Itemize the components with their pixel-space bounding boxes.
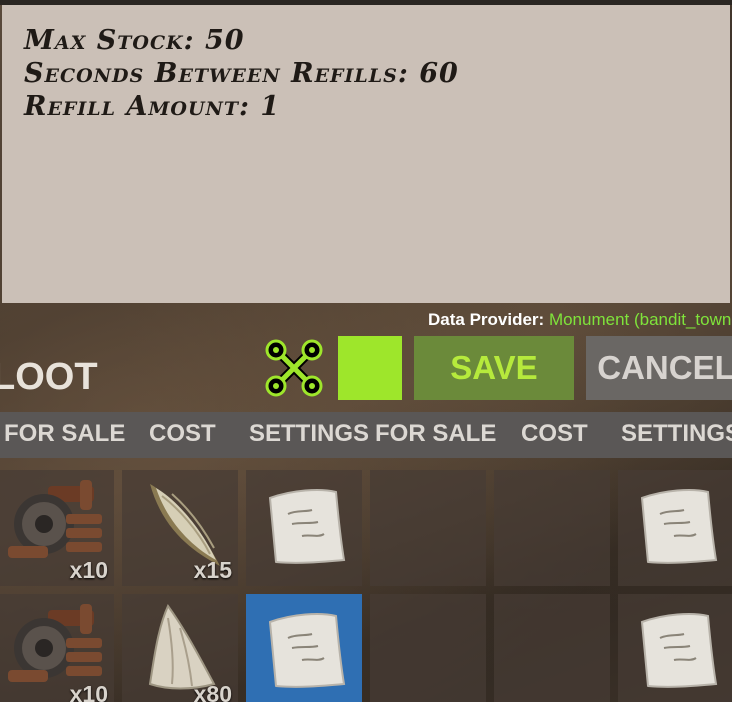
save-button[interactable]: SAVE <box>414 336 574 400</box>
slot-quantity: x15 <box>193 557 232 583</box>
cloth-icon <box>148 604 216 690</box>
move-arrows-icon[interactable] <box>262 336 326 400</box>
slot-settings[interactable] <box>618 470 732 586</box>
slot-for-sale-empty[interactable] <box>370 470 486 586</box>
slot-settings[interactable] <box>246 470 362 586</box>
slot-quantity: x10 <box>69 681 108 702</box>
column-header-cost: COST <box>521 420 588 447</box>
slot-quantity: x80 <box>193 681 232 702</box>
column-header-for-sale: FOR SALE <box>4 420 126 447</box>
note-icon <box>268 489 346 564</box>
slot-for-sale-empty[interactable] <box>370 594 486 702</box>
slot-cost-empty[interactable] <box>494 594 610 702</box>
gears-icon <box>8 604 102 682</box>
slot-cost[interactable]: x15 <box>122 470 238 586</box>
column-header-cost: COST <box>149 420 216 447</box>
slot-cost[interactable]: x80 <box>122 594 238 702</box>
data-provider-label: Data Provider: <box>428 310 545 329</box>
gears-icon <box>8 480 102 558</box>
slot-for-sale[interactable]: x10 <box>0 470 114 586</box>
color-swatch[interactable] <box>338 336 402 400</box>
slot-cost-empty[interactable] <box>494 470 610 586</box>
note-panel: Max Stock: 50 Seconds Between Refills: 6… <box>2 5 730 303</box>
note-icon <box>640 613 718 688</box>
column-header-settings: SETTINGS <box>249 420 370 447</box>
slot-settings-selected[interactable] <box>246 594 362 702</box>
data-provider-value: Monument (bandit_town <box>548 310 732 329</box>
column-header-settings: SETTINGS <box>621 420 732 447</box>
cancel-button[interactable]: CANCEL <box>586 336 732 400</box>
column-header-for-sale: FOR SALE <box>375 420 497 447</box>
slot-for-sale[interactable]: x10 <box>0 594 114 702</box>
note-refill-amount: Refill Amount: 1 <box>24 91 281 122</box>
note-icon <box>268 613 346 688</box>
corn-icon <box>150 484 220 566</box>
data-provider: Data Provider: Monument (bandit_town <box>428 310 731 330</box>
note-max-stock: Max Stock: 50 <box>24 25 245 56</box>
column-header-bar: FOR SALE COST SETTINGS FOR SALE COST SET… <box>0 412 732 458</box>
slot-settings[interactable] <box>618 594 732 702</box>
note-icon <box>640 489 718 564</box>
note-seconds-between-refills: Seconds Between Refills: 60 <box>24 58 459 89</box>
slot-quantity: x10 <box>69 557 108 583</box>
page-title: LOOT <box>0 356 98 398</box>
